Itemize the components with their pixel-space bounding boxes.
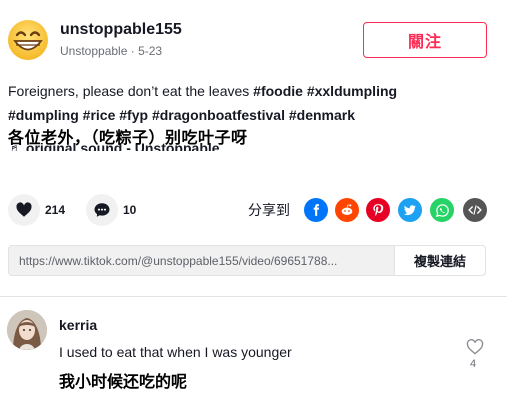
display-name: Unstoppable [60,44,128,58]
comment-button[interactable] [86,194,118,226]
caption-overlay-chinese: 各位老外，（吃粽子）别吃叶子呀 [8,128,248,147]
post-caption: Foreigners, please don’t eat the leaves … [8,79,503,127]
share-link-box: https://www.tiktok.com/@unstoppable155/v… [8,245,486,276]
comment-overlay-chinese: 我小时候还吃的呢 [59,372,188,391]
post-header: unstoppable155 Unstoppable · 5-23 關注 [0,0,507,70]
hashtag[interactable]: #xxldumpling [307,83,397,99]
section-divider [0,296,507,297]
comment-text: I used to eat that when I was younger [59,344,292,360]
comment-like-count: 4 [470,358,477,370]
comment-count: 10 [123,203,137,217]
grinning-emoji-avatar[interactable] [6,18,50,62]
copy-link-button[interactable]: 複製連結 [394,246,485,275]
hashtag[interactable]: #foodie [253,83,303,99]
share-label: 分享到 [248,203,290,219]
share-link-url[interactable]: https://www.tiktok.com/@unstoppable155/v… [9,246,394,275]
like-count: 214 [45,203,66,217]
hashtag[interactable]: #denmark [289,107,355,123]
hashtag[interactable]: #fyp [119,107,148,123]
hashtag[interactable]: #dragonboatfestival [152,107,285,123]
heart-icon [16,202,32,217]
twitter-icon[interactable] [398,198,422,222]
whatsapp-icon[interactable] [430,198,454,222]
reddit-icon[interactable] [335,198,359,222]
action-bar: 214 10 分享到 [0,190,507,230]
comment-icon [94,203,110,217]
pinterest-icon[interactable] [366,198,390,222]
facebook-icon[interactable] [304,198,328,222]
comment-username[interactable]: kerria [59,317,97,333]
caption-text: Foreigners, please don’t eat the leaves [8,83,254,99]
like-button[interactable] [8,194,40,226]
follow-button[interactable]: 關注 [363,22,487,58]
comment-like-heart-icon[interactable] [465,337,485,357]
hashtag[interactable]: #rice [83,107,116,123]
post-date: 5-23 [138,44,163,58]
hashtag[interactable]: #dumpling [8,107,79,123]
meta-separator: · [130,44,139,58]
post-meta: Unstoppable · 5-23 [60,44,162,58]
post-username[interactable]: unstoppable155 [60,21,182,39]
embed-icon[interactable] [463,198,487,222]
comment-avatar[interactable] [7,310,47,350]
